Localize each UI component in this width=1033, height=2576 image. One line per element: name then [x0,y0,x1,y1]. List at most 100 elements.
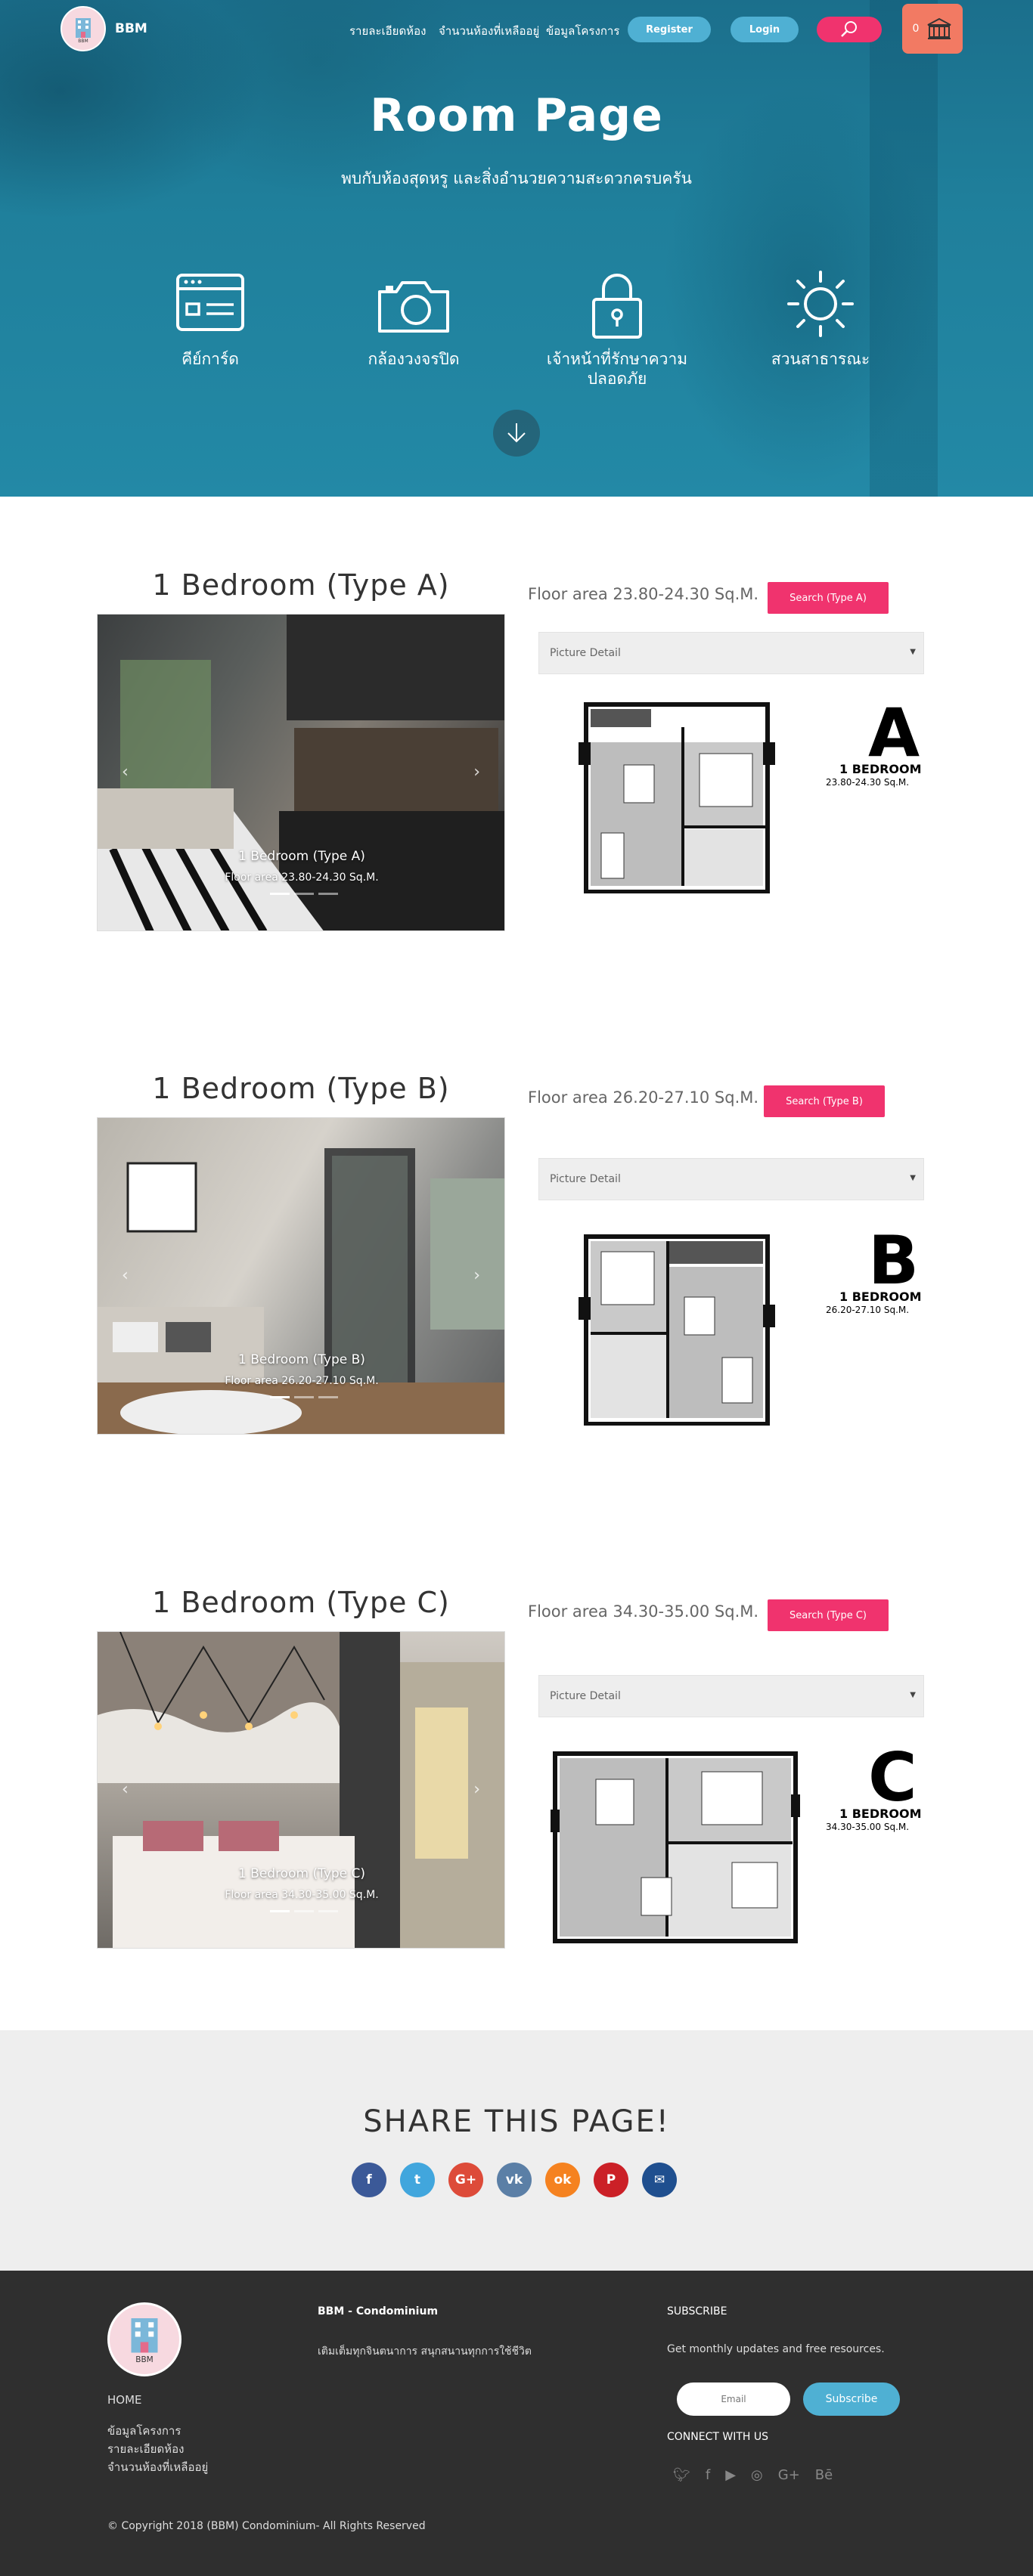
floor-plan-a [579,697,775,894]
caret-down-icon: ▼ [910,1174,916,1182]
scroll-down-button[interactable] [493,410,540,457]
select-value: Picture Detail [550,1173,621,1185]
plan-type-letter: A [868,694,920,772]
twitter-icon[interactable]: t [400,2163,435,2197]
search-icon [841,21,857,37]
room-title: 1 Bedroom (Type C) [152,1586,450,1619]
plan-size-label: 23.80-24.30 Sq.M. [826,777,910,788]
floor-plan-image [551,1751,800,1943]
carousel-indicators[interactable] [270,1396,338,1398]
odnoklassniki-icon[interactable]: ok [545,2163,580,2197]
search-type-c-button[interactable]: Search (Type C) [768,1599,889,1631]
camera-icon [378,281,449,333]
footer-social-icons: 🐦︎ f ▶ ◎ G+ Bē [673,2467,833,2483]
room-section-type-b: 1 Bedroom (Type B) ‹ › 1 Bedroom (Type B… [0,1064,1033,1457]
carousel-next-icon[interactable]: › [473,1780,480,1799]
room-title: 1 Bedroom (Type B) [152,1072,450,1105]
subscribe-button[interactable]: Subscribe [803,2382,900,2416]
picture-detail-select[interactable]: Picture Detail ▼ [538,1158,924,1200]
google-plus-icon[interactable]: G+ [448,2163,483,2197]
nav-link-project-info[interactable]: ข้อมูลโครงการ [546,22,619,40]
carousel-next-icon[interactable]: › [473,1266,480,1285]
email-input[interactable] [677,2382,790,2416]
svg-text:BBM: BBM [135,2355,153,2364]
footer-link-rooms-left[interactable]: จำนวนห้องที่เหลืออยู่ [107,2458,208,2476]
pinterest-icon[interactable]: P [594,2163,628,2197]
cart-count: 0 [912,23,920,35]
building-logo-icon: BBM [76,18,91,44]
plan-size-label: 26.20-27.10 Sq.M. [826,1305,910,1315]
login-button[interactable]: Login [731,17,799,42]
room-photo-carousel[interactable]: ‹ › 1 Bedroom (Type B) Floor area 26.20-… [97,1117,505,1435]
photo-caption-subtitle: Floor area 34.30-35.00 Sq.M. [225,1889,379,1901]
search-type-b-button[interactable]: Search (Type B) [764,1085,885,1117]
room-photo-carousel[interactable]: ‹ › 1 Bedroom (Type A) Floor area 23.80-… [97,614,505,931]
photo-caption-subtitle: Floor area 23.80-24.30 Sq.M. [225,872,379,884]
plan-type-letter: B [868,1221,920,1299]
facebook-icon[interactable]: f [706,2467,710,2483]
share-title: SHARE THIS PAGE! [363,2104,670,2139]
google-plus-icon[interactable]: G+ [778,2467,800,2483]
footer-link-project-info[interactable]: ข้อมูลโครงการ [107,2422,181,2440]
room-section-type-c: 1 Bedroom (Type C) ‹ › 1 Bedroom (Type C… [0,1580,1033,1973]
select-value: Picture Detail [550,1690,621,1702]
nav-link-room-detail[interactable]: รายละเอียดห้อง [349,22,426,40]
floor-plan-c [551,1749,800,1946]
building-icon [927,17,951,39]
room-photo-image [98,615,504,930]
feature-label: คีย์การ์ด [181,350,239,368]
brand-logo[interactable]: BBM [60,6,106,51]
carousel-indicators[interactable] [270,893,338,895]
building-logo-icon: BBM [131,2318,158,2364]
photo-caption-subtitle: Floor area 26.20-27.10 Sq.M. [225,1375,379,1387]
carousel-prev-icon[interactable]: ‹ [122,763,129,782]
subscribe-title: SUBSCRIBE [667,2305,727,2317]
behance-icon[interactable]: Bē [815,2467,833,2483]
photo-caption-title: 1 Bedroom (Type A) [238,849,365,864]
sun-icon [787,271,854,337]
youtube-icon[interactable]: ▶ [725,2467,736,2483]
cart-button[interactable]: 0 [902,4,963,54]
picture-detail-select[interactable]: Picture Detail ▼ [538,632,924,674]
carousel-indicators[interactable] [270,1910,338,1912]
footer-logo[interactable]: BBM [107,2302,181,2376]
feature-security: เจ้าหน้าที่รักษาความปลอดภัย [530,266,704,389]
footer-company-text: เติมเต็มทุกจินตนาการ สนุกสนานทุกการใช้ชี… [318,2345,532,2358]
share-icons: f t G+ vk ok P ✉ [352,2163,677,2197]
copyright-text: © Copyright 2018 (BBM) Condominium- All … [107,2520,426,2532]
vk-icon[interactable]: vk [497,2163,532,2197]
select-value: Picture Detail [550,647,621,659]
carousel-prev-icon[interactable]: ‹ [122,1780,129,1799]
facebook-icon[interactable]: f [352,2163,386,2197]
room-section-type-a: 1 Bedroom (Type A) ‹ › 1 Bedroom (Type A… [0,561,1033,954]
page-subtitle: พบกับห้องสุดหรู และสิ่งอำนวยความสะดวกครบ… [341,169,692,187]
brand-name[interactable]: BBM [115,21,147,36]
floor-plan-b [579,1229,775,1426]
search-type-a-button[interactable]: Search (Type A) [768,582,889,614]
room-photo-carousel[interactable]: ‹ › 1 Bedroom (Type C) Floor area 34.30-… [97,1631,505,1949]
mail-icon[interactable]: ✉ [642,2163,677,2197]
feature-label: กล้องวงจรปิด [368,350,460,368]
floor-area-text: Floor area 34.30-35.00 Sq.M. [528,1602,759,1621]
footer-link-room-detail[interactable]: รายละเอียดห้อง [107,2440,184,2458]
footer-company-title: BBM - Condominium [318,2305,439,2317]
nav-link-rooms-left[interactable]: จำนวนห้องที่เหลืออยู่ [439,22,539,40]
register-button[interactable]: Register [628,17,711,42]
plan-type-letter: C [868,1738,917,1816]
picture-detail-select[interactable]: Picture Detail ▼ [538,1675,924,1717]
room-photo-image [98,1148,504,1434]
share-section: SHARE THIS PAGE! f t G+ vk ok P ✉ [0,2030,1033,2271]
footer-home-link[interactable]: HOME [107,2393,142,2407]
search-button[interactable] [817,17,882,42]
instagram-icon[interactable]: ◎ [751,2467,763,2483]
twitter-icon[interactable]: 🐦︎ [673,2467,690,2483]
svg-text:BBM: BBM [78,39,88,44]
caret-down-icon: ▼ [910,648,916,656]
floor-plan-image [579,702,775,894]
floor-area-text: Floor area 23.80-24.30 Sq.M. [528,585,759,603]
feature-label: เจ้าหน้าที่รักษาความปลอดภัย [546,350,688,388]
carousel-next-icon[interactable]: › [473,763,480,782]
feature-camera: กล้องวงจรปิด [327,266,501,369]
carousel-prev-icon[interactable]: ‹ [122,1266,129,1285]
plan-bedroom-label: 1 BEDROOM [839,1807,922,1821]
